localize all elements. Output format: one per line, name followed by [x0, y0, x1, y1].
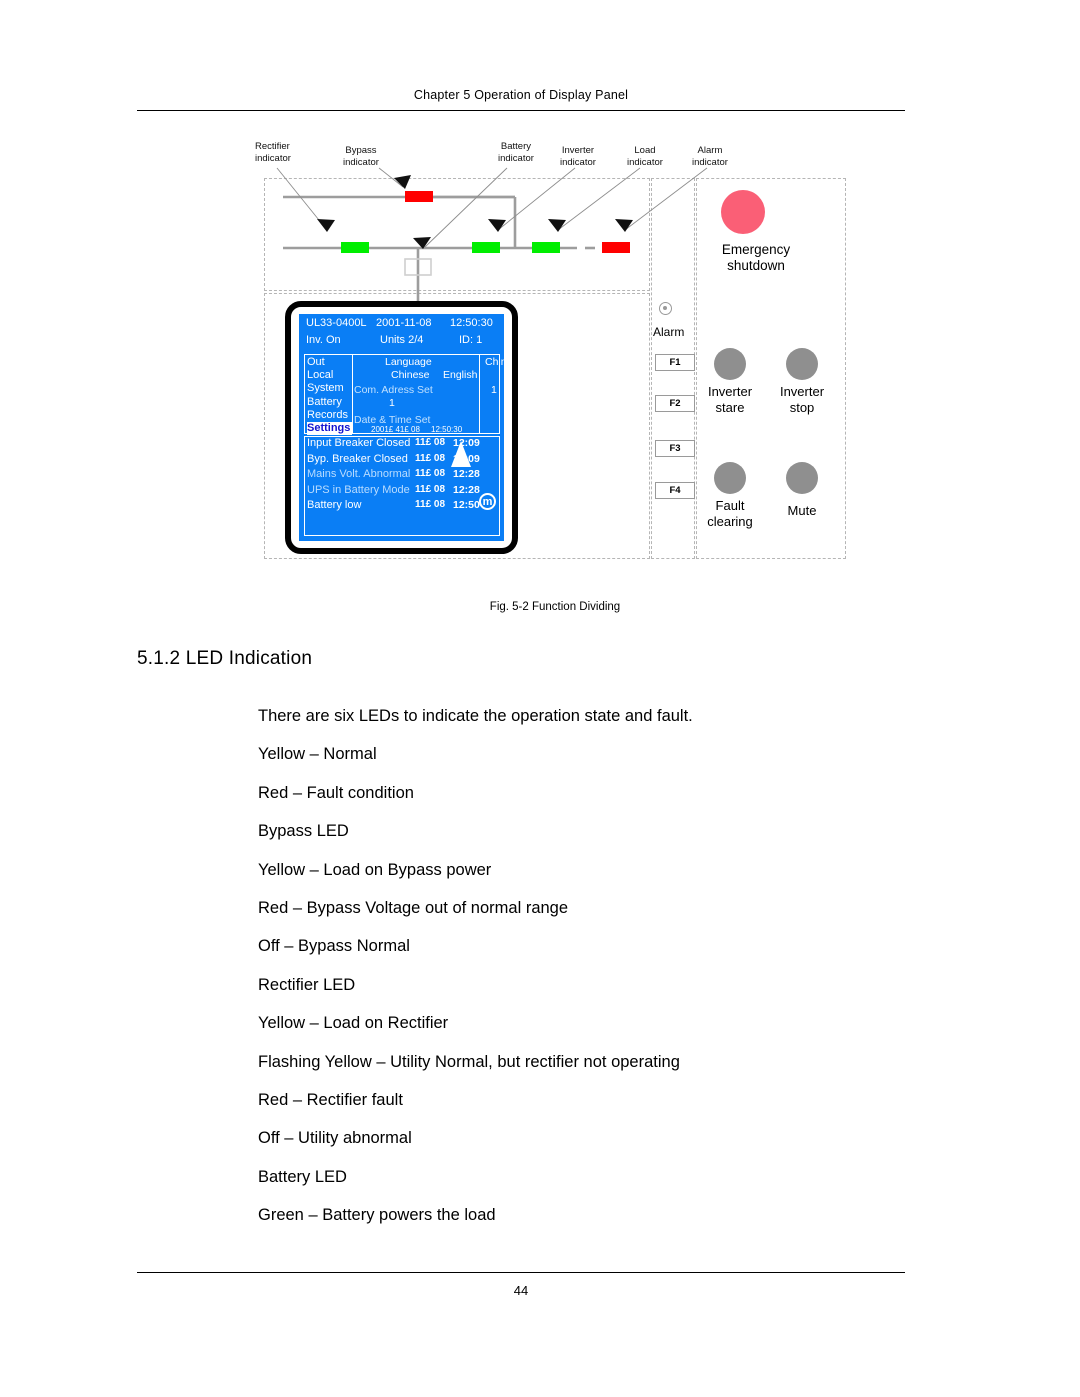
log-name: Input Breaker Closed [307, 437, 411, 449]
lcd-menu-list[interactable]: Out Local System Battery Records Setting… [304, 354, 352, 436]
lcd-alarm-log[interactable]: Input Breaker Closed 11£ 08 12:09 Byp. B… [304, 436, 500, 536]
com-address-value-2: 1 [389, 397, 395, 409]
emergency-shutdown-line2: shutdown [727, 258, 785, 273]
body-line: Green – Battery powers the load [258, 1206, 496, 1225]
page-number: 44 [513, 1283, 529, 1298]
lcd-bezel: UL33-0400L 2001-11-08 12:50:30 Inv. On U… [285, 301, 518, 554]
com-address-value: 1 [491, 384, 497, 396]
log-row: Battery low 11£ 08 12:50 [305, 499, 499, 515]
lcd-state: Inv. On [306, 334, 341, 346]
log-date: 11£ 08 [415, 452, 446, 464]
lcd-id: ID: 1 [459, 334, 483, 346]
load-indicator-led [602, 242, 630, 253]
log-date: 11£ 08 [415, 483, 446, 495]
inverter-start-line2: stare [715, 400, 745, 415]
body-line: There are six LEDs to indicate the opera… [258, 707, 693, 725]
mute-label: Mute [756, 503, 848, 519]
lcd-body: Out Local System Battery Records Setting… [304, 354, 504, 436]
mute-circle-icon: m [479, 493, 496, 510]
body-line: Rectifier LED [258, 975, 356, 994]
menu-item-system[interactable]: System [307, 382, 352, 395]
body-line: Bypass LED [258, 822, 349, 841]
lcd-screen[interactable]: UL33-0400L 2001-11-08 12:50:30 Inv. On U… [298, 313, 505, 542]
body-line: Red – Rectifier fault [258, 1091, 403, 1110]
mute-line1: Mute [787, 503, 817, 518]
function-key-f3[interactable]: F3 [655, 440, 695, 457]
lcd-status-row-2: Inv. On Units 2/4 ID: 1 [304, 334, 500, 351]
log-time: 12:28 [453, 483, 480, 496]
fault-clearing-line2: clearing [707, 514, 753, 529]
page-header: Chapter 5 Operation of Display Panel [413, 88, 629, 102]
body-line: Yellow – Load on Bypass power [258, 860, 492, 879]
inverter-indicator-led [532, 242, 560, 253]
lcd-units: Units 2/4 [380, 334, 424, 346]
body-line: Flashing Yellow – Utility Normal, but re… [258, 1052, 680, 1071]
lcd-model: UL33-0400L [306, 317, 367, 329]
menu-item-battery[interactable]: Battery [307, 396, 352, 409]
log-name: UPS in Battery Mode [307, 483, 410, 496]
log-date: 11£ 08 [415, 437, 446, 448]
lcd-date: 2001-11-08 [376, 317, 432, 329]
scroll-up-arrow-icon[interactable] [451, 441, 471, 467]
log-time: 12:50 [453, 499, 480, 511]
led-indication-text-block: There are six LEDs to indicate the opera… [258, 697, 918, 1235]
lcd-status-bar: UL33-0400L 2001-11-08 12:50:30 Inv. On U… [304, 317, 500, 353]
footer-divider [137, 1272, 905, 1273]
language-label: Language [385, 356, 432, 368]
log-row: UPS in Battery Mode 11£ 08 12:28 [305, 484, 499, 500]
language-value: Chinese [485, 356, 504, 368]
menu-item-local[interactable]: Local [307, 369, 352, 382]
log-name: Mains Volt. Abnormal [307, 468, 411, 480]
inverter-stop-button[interactable] [786, 348, 818, 380]
inverter-stop-line1: Inverter [779, 384, 825, 399]
fault-clearing-button[interactable] [714, 462, 746, 494]
body-line: Off – Bypass Normal [258, 937, 410, 956]
log-time: 12:28 [453, 468, 480, 480]
inverter-start-line1: Inverter [707, 384, 753, 399]
fault-clearing-line1: Fault [715, 498, 745, 513]
emergency-shutdown-line1: Emergency [721, 242, 791, 257]
function-key-f4[interactable]: F4 [655, 482, 695, 499]
mute-button[interactable] [786, 462, 818, 494]
lcd-detail-pane: Language Chinese Chinese English Com. Ad… [352, 354, 504, 434]
body-line: Yellow – Load on Rectifier [258, 1014, 449, 1033]
bypass-indicator-led [405, 191, 433, 202]
alarm-led-icon [659, 302, 672, 315]
alarm-label: Alarm [653, 325, 685, 339]
menu-item-out[interactable]: Out [307, 356, 352, 369]
figure-caption: Fig. 5-2 Function Dividing [489, 601, 621, 613]
log-date: 11£ 08 [415, 499, 446, 510]
language-option-english[interactable]: English [443, 369, 477, 381]
menu-item-records[interactable]: Records [307, 409, 352, 422]
log-row: Mains Volt. Abnormal 11£ 08 12:28 [305, 468, 499, 484]
datetime-date: 2001£ 41£ 08 [371, 425, 420, 434]
lcd-time: 12:50:30 [450, 317, 493, 329]
body-line: Yellow – Normal [258, 745, 377, 764]
rectifier-indicator-led [341, 242, 369, 253]
function-key-f1[interactable]: F1 [655, 354, 695, 371]
log-name: Byp. Breaker Closed [307, 452, 408, 465]
inverter-start-button[interactable] [714, 348, 746, 380]
lcd-status-row-1: UL33-0400L 2001-11-08 12:50:30 [304, 317, 500, 334]
emergency-shutdown-label: Emergency shutdown [696, 242, 816, 274]
com-address-label: Com. Adress Set [354, 384, 433, 396]
log-name: Battery low [307, 499, 362, 511]
datetime-time: 12:50:30 [431, 425, 463, 434]
body-line: Red – Bypass Voltage out of normal range [258, 899, 569, 918]
log-date: 11£ 08 [415, 468, 446, 479]
header-divider [137, 110, 905, 111]
figure-function-dividing: Rectifier indicator Bypass indicator Bat… [255, 135, 855, 575]
inverter-stop-line2: stop [789, 400, 815, 415]
body-line: Battery LED [258, 1167, 347, 1186]
body-line: Off – Utility abnormal [258, 1129, 412, 1148]
body-line: Red – Fault condition [258, 783, 414, 802]
emergency-shutdown-button[interactable] [721, 190, 765, 234]
section-heading: 5.1.2 LED Indication [137, 648, 313, 669]
inverter-stop-label: Inverter stop [756, 384, 848, 416]
language-option-chinese[interactable]: Chinese [391, 369, 430, 381]
battery-indicator-led [472, 242, 500, 253]
menu-item-settings[interactable]: Settings [307, 422, 352, 436]
